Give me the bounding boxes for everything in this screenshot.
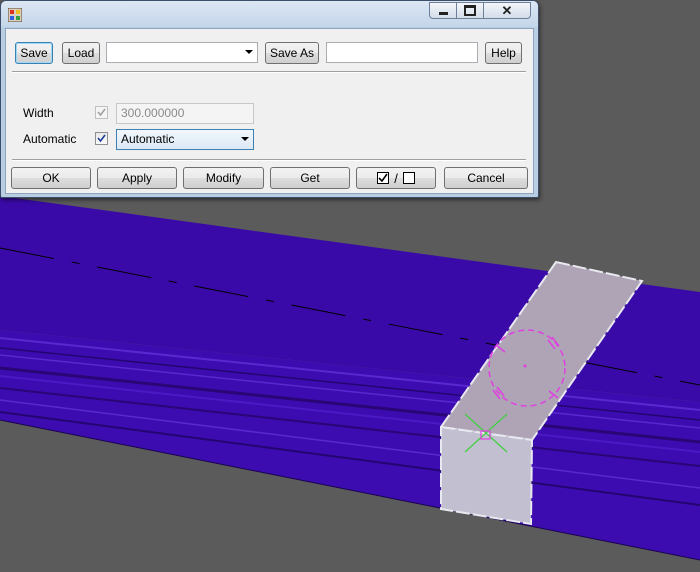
cancel-button[interactable]: Cancel xyxy=(444,167,528,189)
close-icon: ✕ xyxy=(501,2,513,18)
unchecked-box-icon xyxy=(402,172,415,184)
width-field[interactable]: 300.000000 xyxy=(116,103,254,124)
maximize-button[interactable] xyxy=(456,2,484,19)
close-button[interactable]: ✕ xyxy=(483,2,531,19)
get-button[interactable]: Get xyxy=(270,167,350,189)
modify-button[interactable]: Modify xyxy=(183,167,264,189)
automatic-combo[interactable]: Automatic xyxy=(116,129,254,150)
toolbar-divider xyxy=(12,71,526,73)
save-as-name-field[interactable] xyxy=(326,42,478,63)
width-value: 300.000000 xyxy=(121,106,185,120)
apply-button[interactable]: Apply xyxy=(97,167,177,189)
checkmark-icon xyxy=(97,108,106,117)
automatic-enable-checkbox[interactable] xyxy=(95,132,108,145)
chevron-down-icon xyxy=(241,137,249,141)
ok-button[interactable]: OK xyxy=(11,167,91,189)
properties-dialog: ✕ Save Load Save As Help Width 300.00000… xyxy=(0,0,539,198)
toggle-separator: / xyxy=(394,170,398,186)
save-button[interactable]: Save xyxy=(15,42,53,64)
app-icon xyxy=(8,8,22,22)
title-bar[interactable]: ✕ xyxy=(1,1,538,27)
minimize-icon xyxy=(438,12,448,15)
automatic-label: Automatic xyxy=(23,132,77,146)
minimize-button[interactable] xyxy=(429,2,457,19)
checked-box-icon xyxy=(377,172,390,184)
save-as-button[interactable]: Save As xyxy=(265,42,319,64)
width-enable-checkbox[interactable] xyxy=(95,106,108,119)
chevron-down-icon xyxy=(245,50,253,54)
automatic-value: Automatic xyxy=(121,132,175,146)
form-divider xyxy=(12,159,526,161)
help-button[interactable]: Help xyxy=(485,42,522,64)
plate-front[interactable] xyxy=(440,425,534,526)
maximize-icon xyxy=(464,5,476,16)
checkmark-icon xyxy=(97,134,106,143)
preset-combo[interactable] xyxy=(106,42,258,63)
load-button[interactable]: Load xyxy=(62,42,100,64)
toggle-all-checkboxes-button[interactable]: / xyxy=(356,167,436,189)
width-label: Width xyxy=(23,106,54,120)
dialog-body: Save Load Save As Help Width 300.000000 … xyxy=(5,28,534,194)
